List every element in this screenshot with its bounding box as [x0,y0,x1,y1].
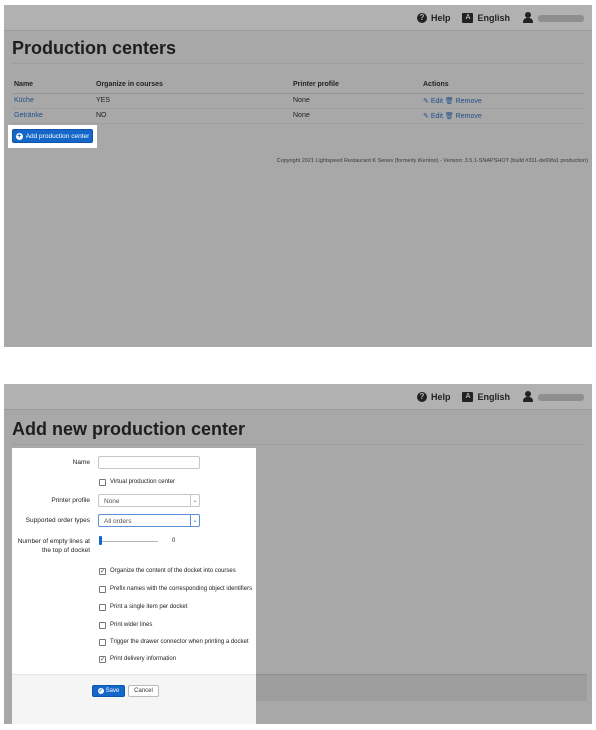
printer-value: None [291,93,421,109]
copyright-footer: Copyright 2021 Lightspeed Restaurant K S… [276,158,588,164]
page-title: Production centers [12,38,177,58]
cancel-button[interactable]: Cancel [128,685,159,697]
drawer-connector-checkbox[interactable] [99,639,106,646]
empty-lines-slider-track[interactable] [100,541,158,542]
center-name-link[interactable]: Küche [12,93,94,109]
empty-lines-label: Number of empty lines at the top of dock… [17,538,90,554]
username-redacted [538,14,584,22]
add-button-label: Add production center [25,132,90,140]
language-icon: A [462,13,474,23]
language-label: English [477,13,510,23]
help-label: Help [430,392,451,402]
edit-icon[interactable]: ✎ [423,98,429,105]
table-row: Küche YES None ✎ Edit 🗑 Remove [12,93,584,109]
organize-courses-label: Organize the content of the docket into … [110,568,236,574]
username-redacted [538,393,584,401]
single-item-label: Print a single item per docket [110,604,188,610]
name-label: Name [72,459,90,466]
user-menu[interactable] [522,12,584,24]
printer-profile-value: None [104,498,120,505]
wider-lines-checkbox[interactable] [99,622,106,629]
top-nav-bar: ? Help A English [4,5,592,31]
order-types-select[interactable]: All orders ⌄ [98,514,200,527]
empty-lines-value: 0 [172,538,176,544]
help-link[interactable]: ? Help [416,392,451,402]
printer-value: None [291,108,421,124]
trash-icon[interactable]: 🗑 [445,113,454,120]
actions-cell: ✎ Edit 🗑 Remove [421,93,584,109]
title-divider [12,63,584,64]
organize-value: NO [94,108,291,124]
user-icon [522,12,534,24]
check-circle-icon: ✓ [97,688,104,694]
plus-circle-icon: + [15,132,23,140]
add-button-highlight: + Add production center [8,125,97,148]
drawer-connector-label: Trigger the drawer connector when printi… [110,639,249,645]
edit-icon[interactable]: ✎ [423,113,429,120]
table-header-row: Name Organize in courses Printer profile… [12,77,584,94]
table-row: Getränke NO None ✎ Edit 🗑 Remove [12,108,584,124]
column-header-organize: Organize in courses [94,77,291,94]
form-actions-bar-background [256,674,587,701]
help-icon: ? [416,392,427,402]
edit-link[interactable]: Edit [431,98,443,105]
prefix-names-label: Prefix names with the corresponding obje… [110,586,253,592]
form-title: Add new production center [12,419,246,439]
form-footer: ✓ Save Cancel [12,674,256,724]
organize-courses-checkbox[interactable]: ✓ [99,568,106,575]
remove-link[interactable]: Remove [456,98,482,105]
organize-value: YES [94,93,291,109]
printer-profile-select[interactable]: None ⌄ [98,494,200,507]
chevron-down-icon: ⌄ [190,495,199,506]
delivery-info-checkbox[interactable]: ✓ [99,656,106,663]
empty-lines-slider-handle[interactable] [99,536,102,545]
single-item-checkbox[interactable] [99,604,106,611]
language-label: English [477,392,510,402]
help-icon: ? [416,13,427,23]
order-types-label: Supported order types [25,517,90,524]
center-name-link[interactable]: Getränke [12,108,94,124]
save-label: Save [105,688,120,694]
printer-profile-label: Printer profile [51,497,90,504]
add-production-center-panel: ? Help A English Add new production cent… [4,384,592,724]
top-nav-bar: ? Help A English [4,384,592,410]
production-centers-panel: ? Help A English Production centers Name… [4,5,592,347]
remove-link[interactable]: Remove [456,113,482,120]
help-link[interactable]: ? Help [416,13,451,23]
language-selector[interactable]: A English [462,13,510,23]
column-header-name: Name [12,77,94,94]
trash-icon[interactable]: 🗑 [445,98,454,105]
wider-lines-label: Print wider lines [110,622,153,628]
user-menu[interactable] [522,391,584,403]
add-production-center-button[interactable]: + Add production center [12,129,93,143]
actions-cell: ✎ Edit 🗑 Remove [421,108,584,124]
chevron-down-icon: ⌄ [190,515,199,526]
virtual-label: Virtual production center [110,479,175,485]
language-selector[interactable]: A English [462,392,510,402]
help-label: Help [430,13,451,23]
title-divider [12,444,584,445]
production-centers-table: Name Organize in courses Printer profile… [12,77,584,124]
column-header-printer: Printer profile [291,77,421,94]
virtual-checkbox[interactable] [99,479,106,486]
delivery-info-label: Print delivery information [110,656,177,662]
column-header-actions: Actions [421,77,584,94]
name-input[interactable] [98,456,200,469]
save-button[interactable]: ✓ Save [92,685,125,697]
user-icon [522,391,534,403]
production-center-form: Name Virtual production center Printer p… [12,448,256,724]
prefix-names-checkbox[interactable] [99,586,106,593]
edit-link[interactable]: Edit [431,113,443,120]
order-types-value: All orders [104,518,132,525]
language-icon: A [462,392,474,402]
